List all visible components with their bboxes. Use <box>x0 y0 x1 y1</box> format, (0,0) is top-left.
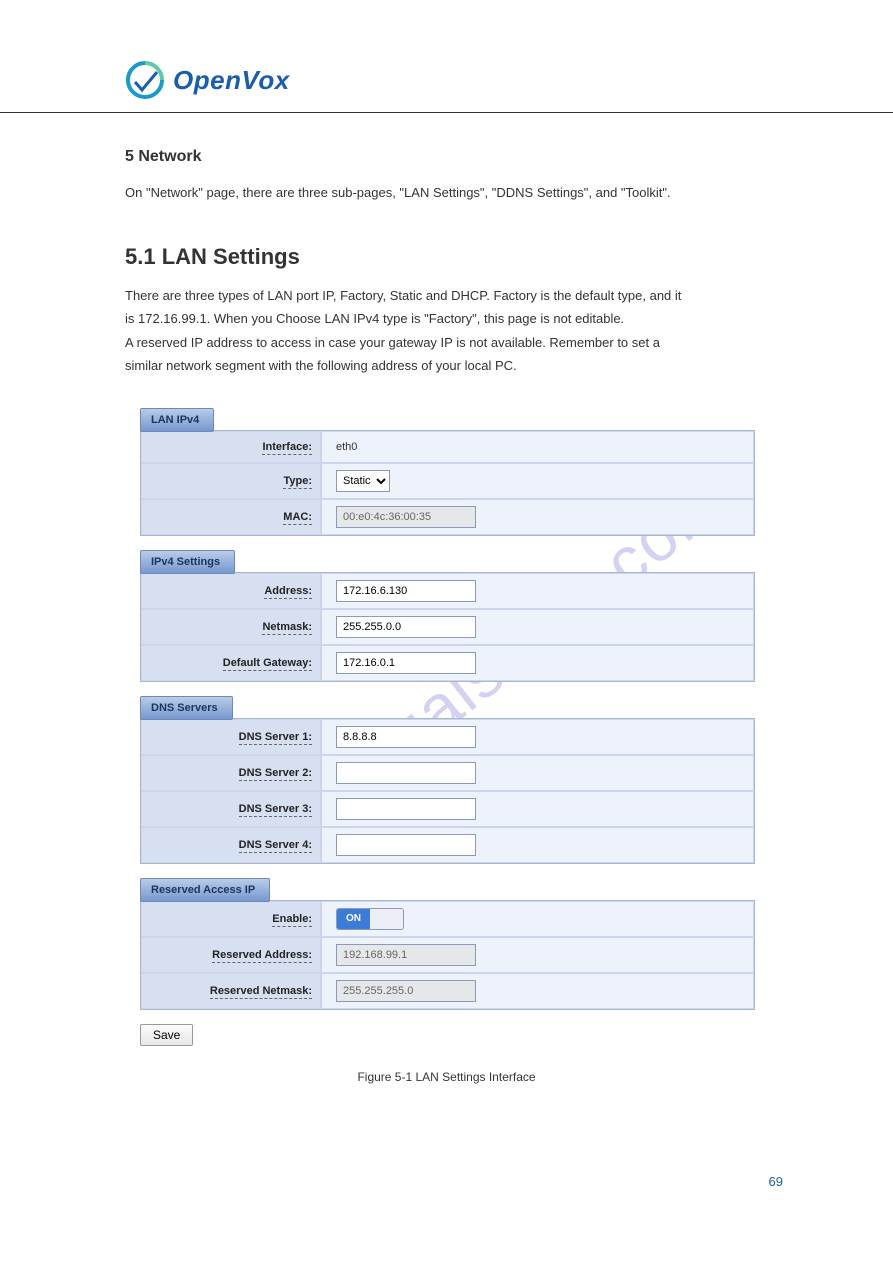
panel-heading-reserved: Reserved Access IP <box>140 878 270 902</box>
row-gateway: Default Gateway: <box>141 645 754 681</box>
row-dns3: DNS Server 3: <box>141 791 754 827</box>
row-interface: Interface: eth0 <box>141 431 754 463</box>
settings-figure: LAN IPv4 Interface: eth0 Type: Static MA… <box>140 408 755 1010</box>
label-dns2: DNS Server 2: <box>239 767 312 781</box>
figure-caption: Figure 5-1 LAN Settings Interface <box>0 1070 893 1084</box>
label-netmask: Netmask: <box>262 621 312 635</box>
brand-name: OpenVox <box>173 65 290 96</box>
label-dns4: DNS Server 4: <box>239 839 312 853</box>
panel-heading-lan-ipv4: LAN IPv4 <box>140 408 214 432</box>
panel-dns: DNS Servers DNS Server 1: DNS Server 2: … <box>140 696 755 864</box>
row-reserved-netmask: Reserved Netmask: <box>141 973 754 1009</box>
label-gateway: Default Gateway: <box>223 657 312 671</box>
chapter-title: 5 Network <box>125 148 768 166</box>
page-number: 69 <box>0 1174 783 1189</box>
gateway-input[interactable] <box>336 652 476 674</box>
dns3-input[interactable] <box>336 798 476 820</box>
row-reserved-address: Reserved Address: <box>141 937 754 973</box>
panel-heading-dns: DNS Servers <box>140 696 233 720</box>
dns4-input[interactable] <box>336 834 476 856</box>
save-button[interactable]: Save <box>140 1024 193 1046</box>
row-enable: Enable: ON <box>141 901 754 937</box>
label-enable: Enable: <box>272 913 312 927</box>
label-mac: MAC: <box>283 511 312 525</box>
label-interface: Interface: <box>262 441 312 455</box>
row-mac: MAC: <box>141 499 754 535</box>
reserved-table: Enable: ON Reserved Address: Reserved Ne… <box>140 900 755 1010</box>
chapter-description: On "Network" page, there are three sub-p… <box>125 182 768 204</box>
value-interface: eth0 <box>336 441 357 453</box>
section-heading: 5.1 LAN Settings <box>125 244 768 270</box>
openvox-logo-icon <box>125 60 165 100</box>
toggle-on-label: ON <box>337 909 370 929</box>
panel-ipv4-settings: IPv4 Settings Address: Netmask: Default … <box>140 550 755 682</box>
desc-line: is 172.16.99.1. When you Choose LAN IPv4… <box>125 311 624 326</box>
brand-logo: OpenVox <box>125 60 808 100</box>
row-netmask: Netmask: <box>141 609 754 645</box>
row-dns1: DNS Server 1: <box>141 719 754 755</box>
ipv4-settings-table: Address: Netmask: Default Gateway: <box>140 572 755 682</box>
row-dns2: DNS Server 2: <box>141 755 754 791</box>
lan-ipv4-table: Interface: eth0 Type: Static MAC: <box>140 430 755 536</box>
desc-line: A reserved IP address to access in case … <box>125 335 660 350</box>
panel-lan-ipv4: LAN IPv4 Interface: eth0 Type: Static MA… <box>140 408 755 536</box>
dns-table: DNS Server 1: DNS Server 2: DNS Server 3… <box>140 718 755 864</box>
toggle-knob <box>370 909 403 929</box>
desc-line: There are three types of LAN port IP, Fa… <box>125 288 681 303</box>
label-dns1: DNS Server 1: <box>239 731 312 745</box>
desc-line: similar network segment with the followi… <box>125 358 517 373</box>
reserved-address-input <box>336 944 476 966</box>
reserved-netmask-input <box>336 980 476 1002</box>
enable-toggle[interactable]: ON <box>336 908 404 930</box>
netmask-input[interactable] <box>336 616 476 638</box>
row-address: Address: <box>141 573 754 609</box>
page-header: OpenVox <box>0 0 893 113</box>
row-type: Type: Static <box>141 463 754 499</box>
type-select[interactable]: Static <box>336 470 390 492</box>
label-reserved-address: Reserved Address: <box>212 949 312 963</box>
mac-input <box>336 506 476 528</box>
dns1-input[interactable] <box>336 726 476 748</box>
label-reserved-netmask: Reserved Netmask: <box>210 985 312 999</box>
dns2-input[interactable] <box>336 762 476 784</box>
address-input[interactable] <box>336 580 476 602</box>
panel-reserved: Reserved Access IP Enable: ON Reserved A… <box>140 878 755 1010</box>
label-type: Type: <box>283 475 312 489</box>
label-dns3: DNS Server 3: <box>239 803 312 817</box>
section-description: There are three types of LAN port IP, Fa… <box>125 284 768 378</box>
panel-heading-ipv4-settings: IPv4 Settings <box>140 550 235 574</box>
label-address: Address: <box>264 585 312 599</box>
row-dns4: DNS Server 4: <box>141 827 754 863</box>
